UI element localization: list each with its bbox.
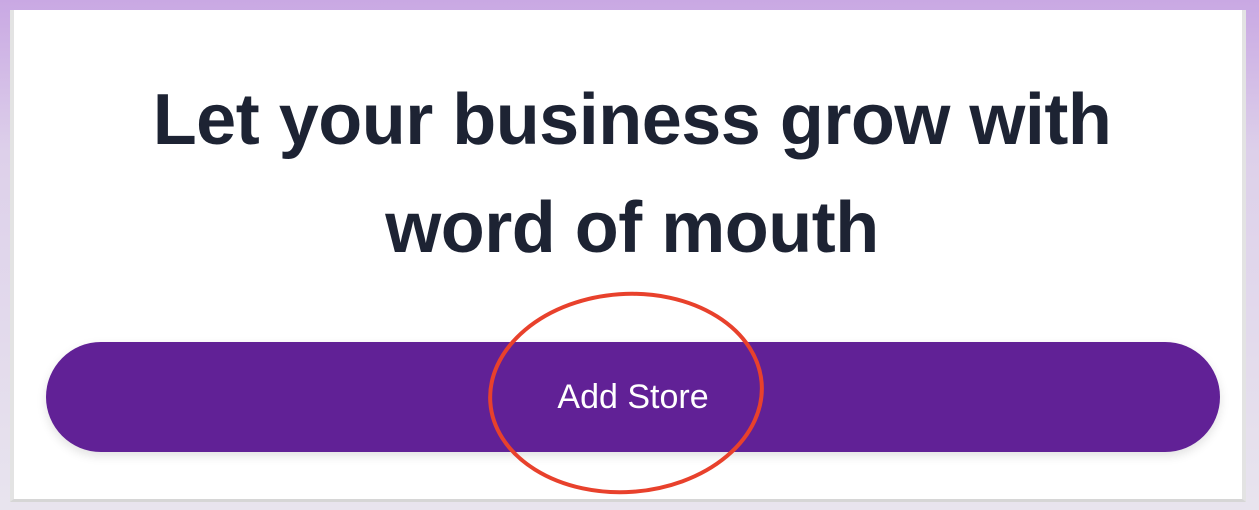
promo-card: Let your business grow with word of mout… bbox=[10, 10, 1246, 502]
add-store-button-label: Add Store bbox=[557, 377, 709, 416]
add-store-button[interactable]: Add Store bbox=[46, 342, 1220, 452]
hero-headline: Let your business grow with word of mout… bbox=[14, 66, 1250, 282]
hero-headline-line-2: word of mouth bbox=[385, 188, 879, 268]
hero-headline-line-1: Let your business grow with bbox=[152, 80, 1112, 160]
